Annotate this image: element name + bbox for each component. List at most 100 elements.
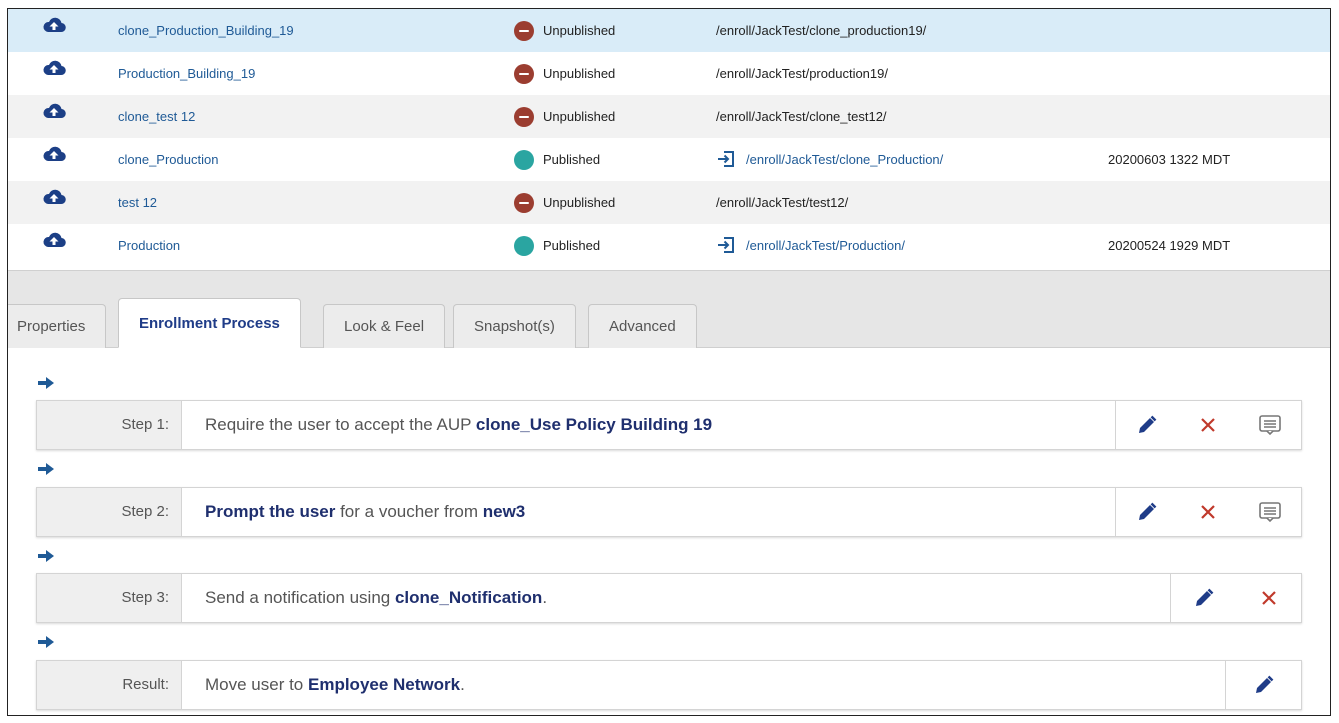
path-link-text[interactable]: /enroll/JackTest/clone_Production/ <box>746 152 943 167</box>
step-label: Step 2: <box>37 488 182 536</box>
message-button[interactable] <box>1257 499 1283 525</box>
cloud-upload-icon[interactable] <box>42 95 66 138</box>
step-text-bold[interactable]: clone_Notification <box>395 588 542 607</box>
portal-name-link[interactable]: Production_Building_19 <box>118 52 255 95</box>
arrow-right-icon <box>38 550 54 562</box>
step-text-part: Move user to <box>205 675 308 694</box>
cloud-upload-icon[interactable] <box>42 224 66 267</box>
unpublished-icon <box>514 20 534 41</box>
table-row[interactable]: clone_Production_Building_19 Unpublished… <box>8 9 1330 52</box>
message-icon <box>1259 502 1281 523</box>
step-row: Step 3: Send a notification using clone_… <box>36 573 1302 623</box>
cloud-upload-icon[interactable] <box>42 181 66 224</box>
close-icon <box>1201 418 1216 432</box>
step-text-part: for a voucher from <box>335 502 483 521</box>
status-label: Unpublished <box>543 66 616 81</box>
publish-date: 20200524 1929 MDT <box>1108 238 1231 253</box>
status-badge: Unpublished <box>514 9 615 52</box>
delete-button[interactable] <box>1195 499 1221 525</box>
cloud-upload-icon[interactable] <box>42 138 66 181</box>
table-row[interactable]: clone_test 12 Unpublished /enroll/JackTe… <box>8 95 1330 138</box>
tab-properties[interactable]: Properties <box>8 304 107 348</box>
step-text-part: . <box>460 675 465 694</box>
step-description: Require the user to accept the AUP clone… <box>205 401 712 449</box>
portal-path: /enroll/JackTest/clone_production19/ <box>716 23 927 38</box>
status-label: Published <box>543 238 601 253</box>
status-badge: Published <box>514 224 600 267</box>
pencil-icon <box>1138 502 1157 520</box>
portal-path: /enroll/JackTest/clone_test12/ <box>716 109 887 124</box>
portal-name-link[interactable]: clone_Production_Building_19 <box>118 9 294 52</box>
step-actions <box>1115 488 1301 536</box>
tab-enrollment-process[interactable]: Enrollment Process <box>118 298 301 348</box>
result-row: Result: Move user to Employee Network. <box>36 660 1302 710</box>
unpublished-icon <box>514 63 534 84</box>
status-label: Published <box>543 152 601 167</box>
published-icon <box>514 149 534 170</box>
step-row: Step 1: Require the user to accept the A… <box>36 400 1302 450</box>
arrow-right-icon <box>38 636 54 648</box>
step-description: Move user to Employee Network. <box>205 661 465 709</box>
portal-name-link[interactable]: clone_test 12 <box>118 95 195 138</box>
step-label: Result: <box>37 661 182 709</box>
tab-look-and-feel[interactable]: Look & Feel <box>323 304 446 348</box>
close-icon <box>1261 591 1276 605</box>
portal-path-link[interactable]: /enroll/JackTest/Production/ <box>716 224 905 267</box>
close-icon <box>1201 505 1216 519</box>
step-label: Step 1: <box>37 401 182 449</box>
enter-link-icon <box>718 236 734 253</box>
step-text-part: Send a notification using <box>205 588 395 607</box>
portal-name-link[interactable]: Production <box>118 224 180 267</box>
edit-button[interactable] <box>1251 672 1277 698</box>
portal-path: /enroll/JackTest/production19/ <box>716 66 888 81</box>
step-text-bold[interactable]: clone_Use Policy Building 19 <box>476 415 712 434</box>
portal-path-link[interactable]: /enroll/JackTest/clone_Production/ <box>716 138 943 181</box>
status-label: Unpublished <box>543 109 616 124</box>
app-frame: clone_Production_Building_19 Unpublished… <box>7 8 1331 716</box>
step-label: Step 3: <box>37 574 182 622</box>
table-row[interactable]: test 12 Unpublished /enroll/JackTest/tes… <box>8 181 1330 224</box>
delete-button[interactable] <box>1256 585 1282 611</box>
step-text-bold[interactable]: Employee Network <box>308 675 460 694</box>
published-icon <box>514 235 534 256</box>
edit-button[interactable] <box>1191 585 1217 611</box>
portal-path: /enroll/JackTest/test12/ <box>716 195 849 210</box>
table-row[interactable]: Production_Building_19 Unpublished /enro… <box>8 52 1330 95</box>
unpublished-icon <box>514 192 534 213</box>
step-actions <box>1170 574 1301 622</box>
arrow-right-icon <box>38 377 54 389</box>
table-row[interactable]: Production Published /enroll/JackTest/Pr… <box>8 224 1330 267</box>
enter-link-icon <box>718 150 734 167</box>
cloud-upload-icon[interactable] <box>42 52 66 95</box>
pencil-icon <box>1195 588 1213 606</box>
status-label: Unpublished <box>543 23 616 38</box>
portal-name-link[interactable]: clone_Production <box>118 138 218 181</box>
portal-name-link[interactable]: test 12 <box>118 181 157 224</box>
cloud-upload-icon[interactable] <box>42 9 66 52</box>
message-button[interactable] <box>1257 412 1283 438</box>
step-actions <box>1115 401 1301 449</box>
step-description: Prompt the user for a voucher from new3 <box>205 488 525 536</box>
step-row: Step 2: Prompt the user for a voucher fr… <box>36 487 1302 537</box>
unpublished-icon <box>514 106 534 127</box>
status-badge: Unpublished <box>514 181 615 224</box>
status-label: Unpublished <box>543 195 616 210</box>
edit-button[interactable] <box>1134 412 1160 438</box>
tab-advanced[interactable]: Advanced <box>588 304 697 348</box>
step-text-bold[interactable]: Prompt the user <box>205 502 335 521</box>
delete-button[interactable] <box>1195 412 1221 438</box>
path-link-text[interactable]: /enroll/JackTest/Production/ <box>746 238 905 253</box>
arrow-right-icon <box>38 463 54 475</box>
step-description: Send a notification using clone_Notifica… <box>205 574 547 622</box>
edit-button[interactable] <box>1134 499 1160 525</box>
message-icon <box>1259 415 1281 436</box>
publish-date: 20200603 1322 MDT <box>1108 152 1231 167</box>
step-actions <box>1225 661 1301 709</box>
tab-snapshots[interactable]: Snapshot(s) <box>453 304 576 348</box>
status-badge: Published <box>514 138 600 181</box>
pencil-icon <box>1255 675 1273 693</box>
step-text-bold[interactable]: new3 <box>483 502 526 521</box>
status-badge: Unpublished <box>514 95 615 138</box>
table-row[interactable]: clone_Production Published /enroll/JackT… <box>8 138 1330 181</box>
pencil-icon <box>1138 415 1157 433</box>
